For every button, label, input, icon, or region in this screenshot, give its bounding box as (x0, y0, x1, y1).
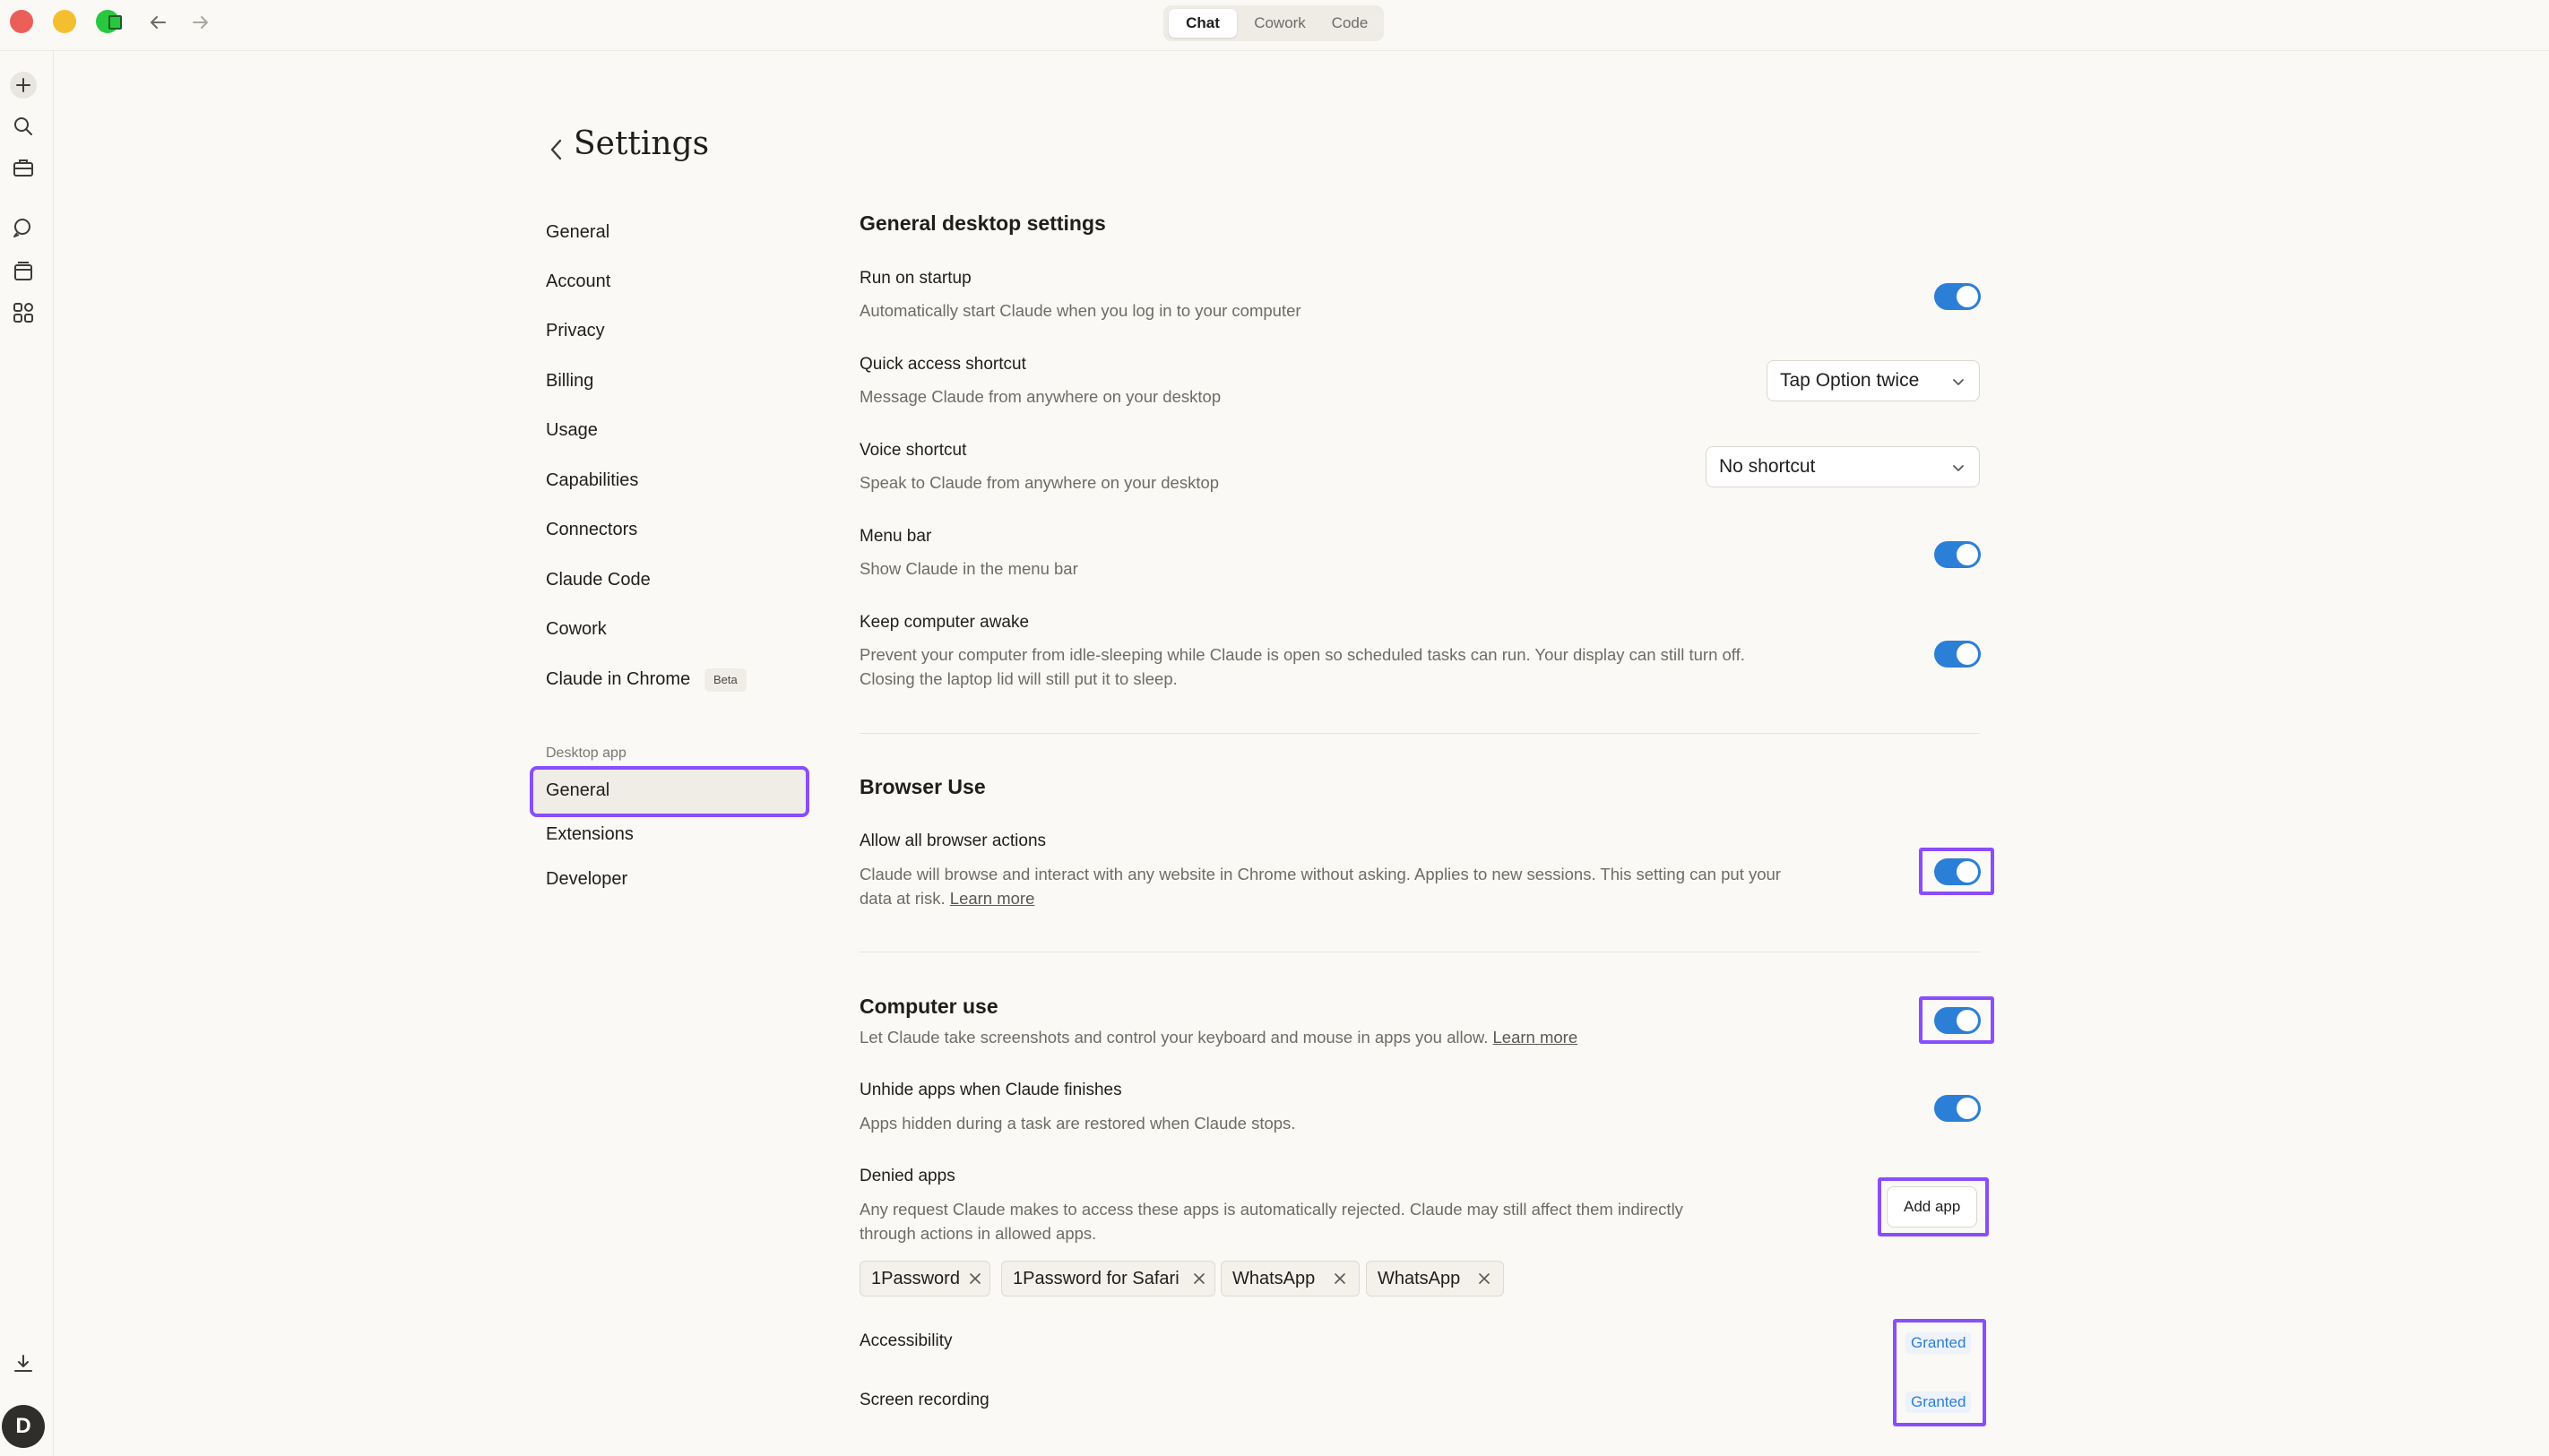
fullscreen-window-button[interactable] (96, 10, 122, 33)
section-title-browser-use: Browser Use (860, 775, 986, 798)
mode-switcher: Chat Cowork Code (1163, 5, 1384, 41)
denied-apps-title: Denied apps (860, 1167, 955, 1185)
new-chat-button[interactable] (10, 72, 37, 99)
apps-grid-icon[interactable] (12, 301, 35, 324)
keep-awake-toggle[interactable] (1934, 641, 1981, 668)
forward-arrow-icon[interactable] (189, 11, 212, 34)
screen-recording-title: Screen recording (860, 1391, 989, 1409)
user-avatar[interactable]: D (2, 1405, 45, 1448)
voice-shortcut-title: Voice shortcut (860, 441, 967, 460)
keep-awake-title: Keep computer awake (860, 613, 1030, 632)
keep-awake-desc-line1: Prevent your computer from idle-sleeping… (860, 645, 1745, 664)
nav-item-extensions[interactable]: Extensions (546, 824, 634, 845)
nav-item-usage[interactable]: Usage (546, 420, 598, 441)
accessibility-status-badge: Granted (1905, 1332, 1972, 1354)
nav-item-privacy[interactable]: Privacy (546, 321, 605, 341)
voice-shortcut-select[interactable]: No shortcut (1706, 446, 1980, 487)
computer-use-desc: Let Claude take screenshots and control … (860, 1025, 1577, 1049)
remove-x-icon[interactable] (1477, 1271, 1491, 1286)
denied-apps-desc-line2: through actions in allowed apps. (860, 1224, 1097, 1243)
nav-item-developer[interactable]: Developer (546, 869, 627, 890)
menu-bar-toggle[interactable] (1934, 541, 1981, 568)
denied-app-chip: 1Password (860, 1261, 990, 1297)
briefcase-icon[interactable] (12, 156, 35, 179)
computer-use-toggle[interactable] (1934, 1007, 1981, 1034)
chevron-down-icon (1953, 465, 1964, 471)
remove-x-icon[interactable] (1333, 1271, 1347, 1286)
denied-app-chip: 1Password for Safari (1001, 1261, 1215, 1297)
beta-badge: Beta (704, 668, 747, 692)
voice-shortcut-value: No shortcut (1719, 456, 1816, 477)
mode-tab-code[interactable]: Code (1321, 9, 1378, 38)
nav-item-billing[interactable]: Billing (546, 371, 593, 392)
voice-shortcut-desc: Speak to Claude from anywhere on your de… (860, 473, 1220, 492)
nav-item-claude-in-chrome[interactable]: Claude in Chrome (546, 669, 690, 690)
quick-access-desc: Message Claude from anywhere on your des… (860, 387, 1222, 406)
minimize-window-button[interactable] (53, 10, 76, 33)
allow-browser-actions-desc-text: data at risk. (860, 889, 946, 908)
section-title-computer-use: Computer use (860, 995, 998, 1018)
denied-apps-desc-line1: Any request Claude makes to access these… (860, 1200, 1683, 1219)
mode-tab-cowork[interactable]: Cowork (1240, 9, 1319, 38)
nav-item-cowork[interactable]: Cowork (546, 619, 607, 640)
denied-app-name: WhatsApp (1232, 1269, 1316, 1288)
allow-browser-actions-desc-line2: data at risk. Learn more (860, 886, 1034, 910)
denied-app-name: 1Password (871, 1269, 960, 1288)
remove-x-icon[interactable] (1192, 1271, 1206, 1286)
allow-browser-actions-toggle[interactable] (1934, 858, 1981, 885)
run-on-startup-desc: Automatically start Claude when you log … (860, 301, 1301, 320)
nav-item-connectors[interactable]: Connectors (546, 520, 637, 540)
chat-search-icon[interactable] (12, 217, 35, 240)
nav-item-account[interactable]: Account (546, 271, 610, 292)
denied-app-name: 1Password for Safari (1013, 1269, 1179, 1288)
quick-access-value: Tap Option twice (1780, 370, 1920, 391)
nav-item-general[interactable]: General (546, 222, 609, 243)
close-window-button[interactable] (10, 10, 33, 33)
plus-icon (16, 78, 30, 92)
nav-item-claude-code[interactable]: Claude Code (546, 570, 651, 590)
run-on-startup-toggle[interactable] (1934, 283, 1981, 310)
search-icon[interactable] (12, 115, 35, 138)
menu-bar-desc: Show Claude in the menu bar (860, 559, 1078, 578)
nav-group-desktop-app: Desktop app (546, 745, 626, 761)
quick-access-select[interactable]: Tap Option twice (1767, 360, 1980, 401)
accessibility-title: Accessibility (860, 1331, 953, 1350)
unhide-apps-title: Unhide apps when Claude finishes (860, 1081, 1122, 1099)
denied-app-chip: WhatsApp (1221, 1261, 1360, 1297)
run-on-startup-title: Run on startup (860, 269, 972, 288)
mode-tab-chat[interactable]: Chat (1169, 9, 1237, 38)
nav-item-desktop-general[interactable]: General (546, 780, 609, 801)
keep-awake-desc-line2: Closing the laptop lid will still put it… (860, 669, 1178, 688)
archive-icon[interactable] (12, 260, 35, 283)
denied-app-chip: WhatsApp (1366, 1261, 1504, 1297)
back-chevron-icon[interactable] (545, 134, 568, 165)
quick-access-title: Quick access shortcut (860, 355, 1026, 374)
chevron-down-icon (1953, 379, 1964, 385)
unhide-apps-toggle[interactable] (1934, 1095, 1981, 1122)
section-title-general: General desktop settings (860, 211, 1106, 235)
allow-browser-actions-desc-line1: Claude will browse and interact with any… (860, 865, 1781, 883)
denied-app-name: WhatsApp (1378, 1269, 1461, 1288)
left-rail: D (0, 51, 54, 1456)
allow-browser-actions-title: Allow all browser actions (860, 831, 1047, 850)
computer-use-desc-text: Let Claude take screenshots and control … (860, 1028, 1489, 1047)
section-divider (860, 733, 1980, 734)
remove-x-icon[interactable] (968, 1271, 982, 1286)
page-title: Settings (574, 125, 710, 162)
unhide-apps-desc: Apps hidden during a task are restored w… (860, 1114, 1296, 1133)
learn-more-link[interactable]: Learn more (950, 889, 1035, 908)
title-bar: Chat Cowork Code (0, 0, 2549, 51)
download-icon[interactable] (12, 1352, 35, 1375)
back-arrow-icon[interactable] (146, 11, 169, 34)
nav-item-capabilities[interactable]: Capabilities (546, 470, 638, 491)
learn-more-link[interactable]: Learn more (1493, 1028, 1578, 1047)
screen-recording-status-badge: Granted (1905, 1391, 1972, 1413)
add-app-button[interactable]: Add app (1887, 1186, 1978, 1228)
menu-bar-title: Menu bar (860, 527, 932, 546)
